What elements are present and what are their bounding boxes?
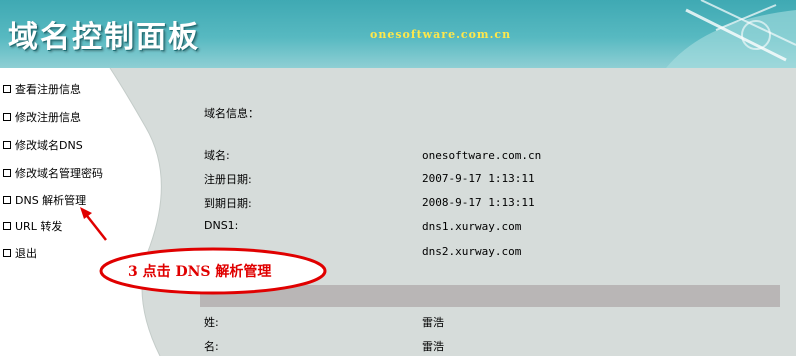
annotation-text: 3 点击 DNS 解析管理 — [128, 264, 272, 280]
domain-label: 域名: — [204, 149, 230, 162]
sidebar-item-edit-dns[interactable]: 修改域名DNS — [3, 137, 83, 153]
name-label: 名: — [204, 340, 219, 353]
panel-title: 域名控制面板 — [8, 20, 200, 55]
sidebar-item-label: 退出 — [15, 247, 37, 260]
sidebar-item-edit-registration[interactable]: 修改注册信息 — [3, 109, 81, 125]
sidebar-item-edit-password[interactable]: 修改域名管理密码 — [3, 165, 103, 181]
sidebar-item-view-registration[interactable]: 查看注册信息 — [3, 81, 81, 97]
sidebar-item-label: DNS 解析管理 — [15, 194, 87, 207]
sidebar-item-label: 修改注册信息 — [15, 111, 81, 124]
sidebar-item-logout[interactable]: 退出 — [3, 245, 37, 261]
annotation-arrow-icon — [80, 207, 107, 241]
surname-value: 雷浩 — [422, 316, 444, 329]
header-domain-text: onesoftware.com.cn — [370, 28, 512, 41]
checkbox-bullet-icon — [3, 141, 11, 149]
sidebar-item-url-forwarding[interactable]: URL 转发 — [3, 218, 62, 234]
domain-info-heading: 域名信息： — [204, 107, 259, 120]
checkbox-bullet-icon — [3, 113, 11, 121]
name-value: 雷浩 — [422, 340, 444, 353]
exp-date-value: 2008-9-17 1:13:11 — [422, 196, 535, 209]
exp-date-label: 到期日期: — [204, 197, 252, 210]
checkbox-bullet-icon — [3, 196, 11, 204]
sidebar-item-dns-management[interactable]: DNS 解析管理 — [3, 192, 86, 208]
reg-date-label: 注册日期: — [204, 173, 252, 186]
checkbox-bullet-icon — [3, 169, 11, 177]
surname-label: 姓: — [204, 316, 219, 329]
sidebar-item-label: 修改域名DNS — [15, 139, 83, 152]
checkbox-bullet-icon — [3, 249, 11, 257]
sidebar-item-label: 修改域名管理密码 — [15, 167, 103, 180]
dns1-value: dns1.xurway.com — [422, 220, 522, 233]
dns1-label: DNS1: — [204, 219, 239, 232]
sidebar-nav: 查看注册信息 修改注册信息 修改域名DNS 修改域名管理密码 DNS 解析管理 … — [0, 68, 140, 356]
checkbox-bullet-icon — [3, 85, 11, 93]
checkbox-bullet-icon — [3, 222, 11, 230]
sidebar-item-label: URL 转发 — [15, 220, 63, 233]
dns2-value: dns2.xurway.com — [422, 245, 522, 258]
domain-value: onesoftware.com.cn — [422, 149, 542, 162]
sidebar-item-label: 查看注册信息 — [15, 83, 81, 96]
reg-date-value: 2007-9-17 1:13:11 — [422, 172, 535, 185]
